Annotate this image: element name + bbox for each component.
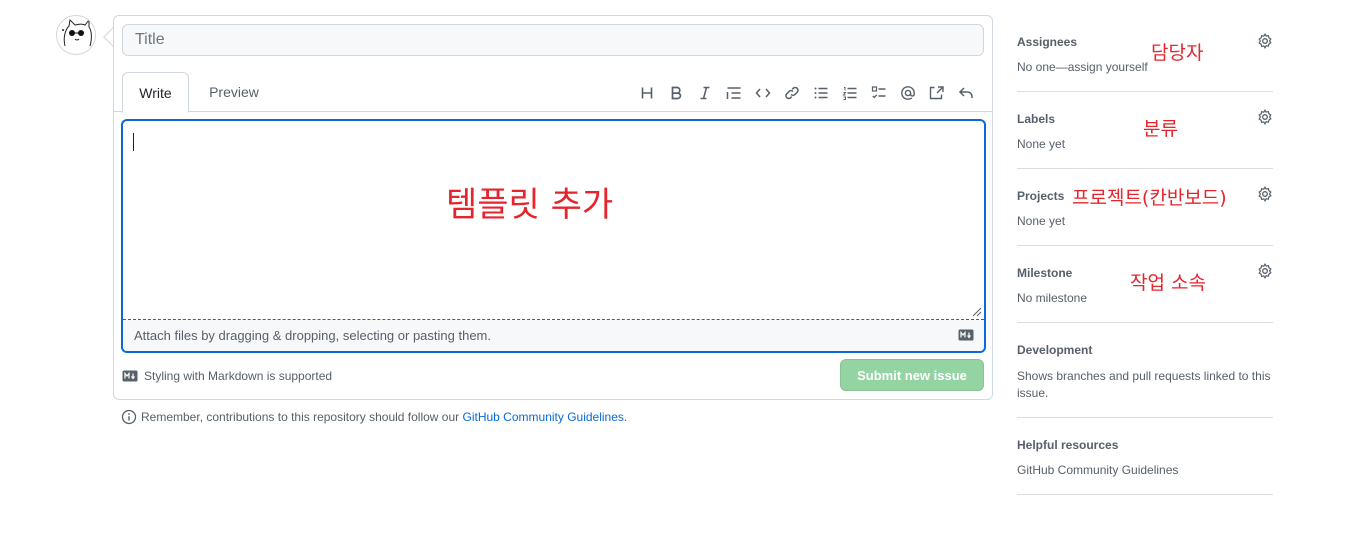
gear-icon[interactable] xyxy=(1257,33,1273,49)
mention-button[interactable] xyxy=(893,82,922,104)
gear-icon[interactable] xyxy=(1257,263,1273,279)
annotation-labels: 분류 xyxy=(1143,118,1178,140)
title-input[interactable] xyxy=(122,24,984,56)
submit-new-issue-button[interactable]: Submit new issue xyxy=(840,359,984,391)
markdown-icon xyxy=(122,370,138,382)
issue-sidebar: Assignees No one—assign yourself 담당자 Lab… xyxy=(1017,15,1273,495)
reply-icon xyxy=(958,87,973,98)
avatar[interactable] xyxy=(56,15,96,55)
resize-grip-icon[interactable] xyxy=(972,307,982,317)
task-list-button[interactable] xyxy=(864,82,893,104)
annotation-projects: 프로젝트(칸반보드) xyxy=(1072,187,1227,209)
assignees-value[interactable]: No one—assign yourself xyxy=(1017,60,1148,74)
labels-value: None yet xyxy=(1017,137,1066,151)
annotation-template: 템플릿 추가 xyxy=(446,185,614,225)
markdown-icon xyxy=(958,329,974,341)
unordered-list-button[interactable] xyxy=(806,82,835,104)
text-caret xyxy=(133,133,134,151)
projects-value: None yet xyxy=(1017,214,1066,228)
ordered-list-icon xyxy=(841,87,856,100)
annotation-assignees: 담당자 xyxy=(1151,42,1204,64)
reference-button[interactable] xyxy=(922,82,951,104)
development-value: Shows branches and pull requests linked … xyxy=(1017,369,1271,400)
cat-avatar-icon xyxy=(62,18,92,47)
guidelines-text: Remember, contributions to this reposito… xyxy=(141,410,460,424)
bold-icon xyxy=(671,86,681,100)
info-icon xyxy=(121,409,137,425)
attach-hint: Attach files by dragging & dropping, sel… xyxy=(134,328,491,343)
code-button[interactable] xyxy=(748,82,777,104)
assignees-heading: Assignees xyxy=(1017,35,1078,49)
milestone-value: No milestone xyxy=(1017,291,1088,305)
italic-button[interactable] xyxy=(690,82,719,104)
mention-icon xyxy=(900,86,915,100)
tab-write[interactable]: Write xyxy=(122,72,189,113)
new-issue-form: Write Preview xyxy=(113,15,993,400)
ordered-list-button[interactable] xyxy=(835,82,864,104)
task-list-icon xyxy=(871,86,885,99)
markdown-toolbar xyxy=(632,82,980,104)
code-icon xyxy=(755,88,770,98)
file-attachment-bar[interactable]: Attach files by dragging & dropping, sel… xyxy=(123,320,984,351)
link-button[interactable] xyxy=(777,82,806,104)
markdown-note-text: Styling with Markdown is supported xyxy=(144,369,333,383)
reply-button[interactable] xyxy=(951,82,980,104)
bold-button[interactable] xyxy=(661,82,690,104)
guidelines-suffix: . xyxy=(623,410,628,424)
labels-heading: Labels xyxy=(1017,112,1056,126)
community-guidelines-sidebar-link[interactable]: GitHub Community Guidelines xyxy=(1017,463,1178,477)
issue-body-editor[interactable]: 템플릿 추가 Attach files by dragging & droppi… xyxy=(121,119,986,353)
sidebar-development: Development Shows branches and pull requ… xyxy=(1017,323,1273,418)
projects-heading: Projects xyxy=(1017,189,1065,203)
sidebar-milestone[interactable]: Milestone No milestone 작업 소속 xyxy=(1017,246,1273,323)
reference-icon xyxy=(929,86,944,100)
sidebar-projects[interactable]: Projects None yet 프로젝트(칸반보드) xyxy=(1017,169,1273,246)
heading-button[interactable] xyxy=(632,82,661,104)
markdown-support-note[interactable]: Styling with Markdown is supported xyxy=(122,369,332,383)
gear-icon[interactable] xyxy=(1257,109,1273,125)
gear-icon[interactable] xyxy=(1257,186,1273,202)
issue-body-textarea[interactable]: 템플릿 추가 xyxy=(123,121,984,320)
quote-button[interactable] xyxy=(719,82,748,104)
italic-icon xyxy=(700,86,709,100)
development-heading: Development xyxy=(1017,343,1093,357)
community-guidelines-link[interactable]: GitHub Community Guidelines xyxy=(463,410,624,424)
link-icon xyxy=(784,86,799,100)
sidebar-labels[interactable]: Labels None yet 분류 xyxy=(1017,92,1273,169)
sidebar-assignees[interactable]: Assignees No one—assign yourself 담당자 xyxy=(1017,15,1273,92)
helpful-resources-heading: Helpful resources xyxy=(1017,438,1119,452)
contribution-guidelines-note: Remember, contributions to this reposito… xyxy=(121,409,627,425)
unordered-list-icon xyxy=(814,87,827,99)
annotation-milestone: 작업 소속 xyxy=(1130,272,1206,294)
editor-tabbar: Write Preview xyxy=(114,72,992,113)
tab-preview[interactable]: Preview xyxy=(196,72,272,112)
milestone-heading: Milestone xyxy=(1017,266,1073,280)
heading-icon xyxy=(641,87,652,99)
sidebar-helpful-resources: Helpful resources GitHub Community Guide… xyxy=(1017,418,1273,495)
quote-icon xyxy=(726,87,740,99)
